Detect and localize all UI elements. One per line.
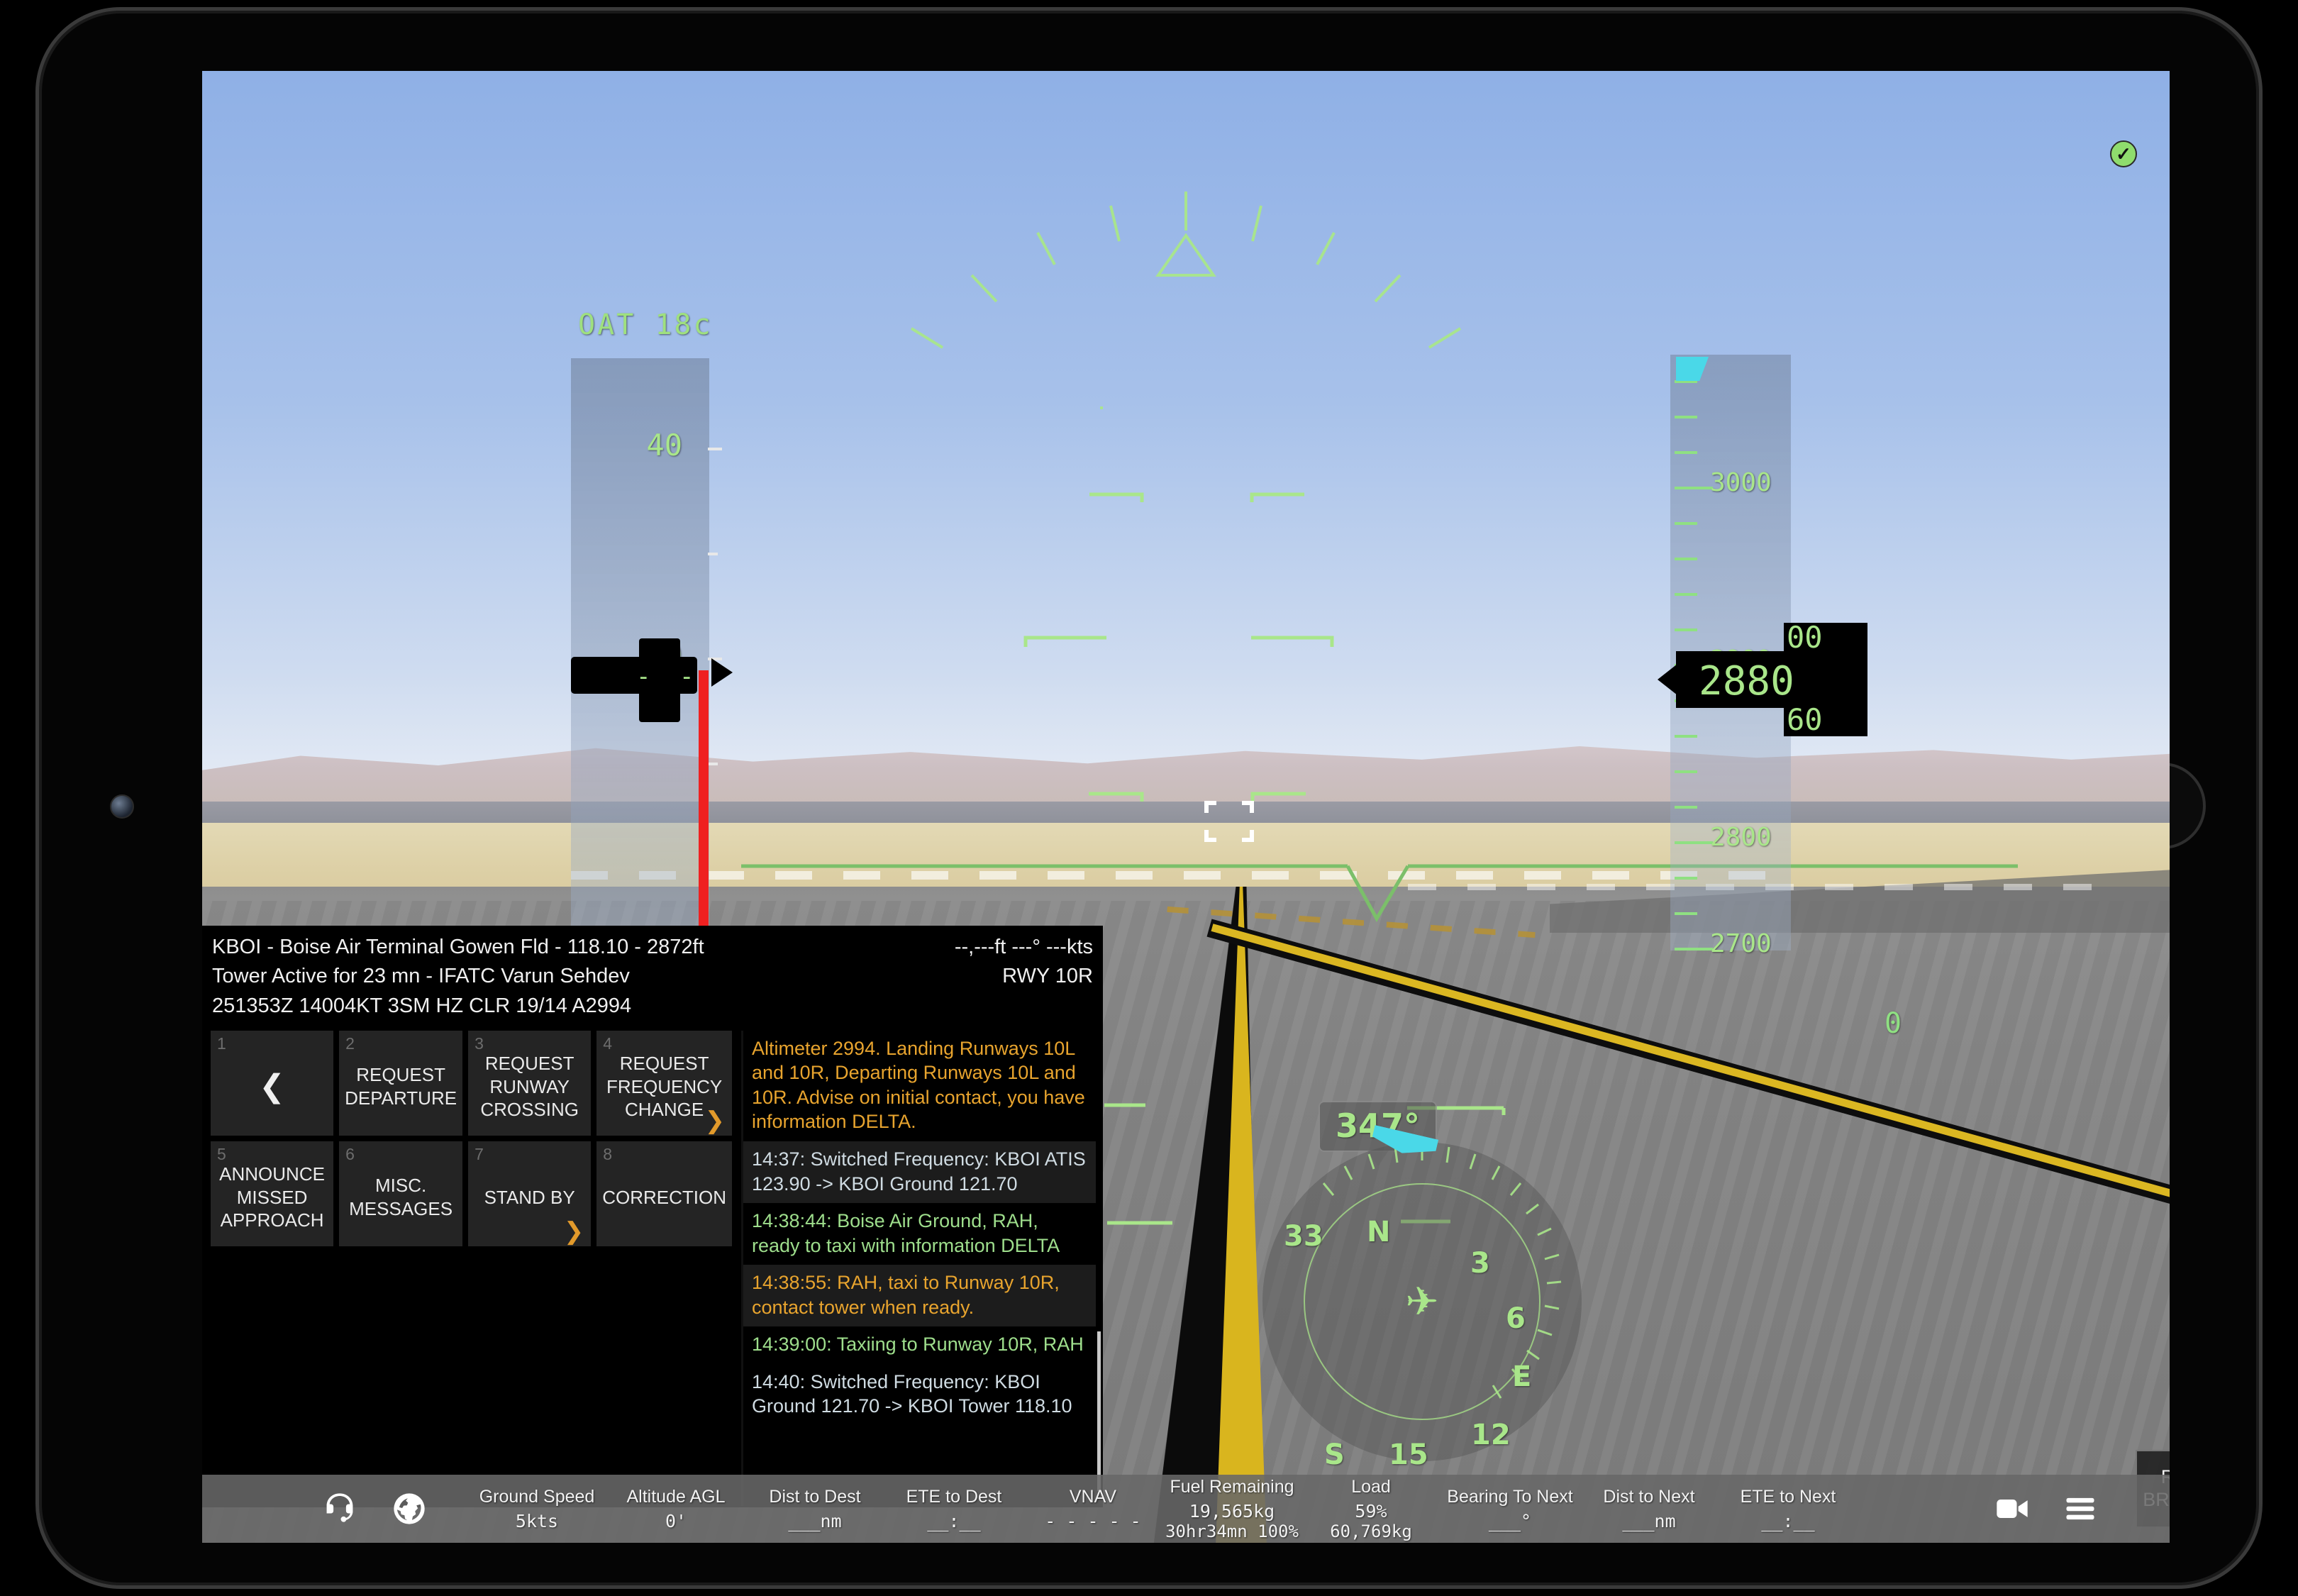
- field-load: Load 59% 60,769kg: [1330, 1476, 1412, 1541]
- compass-label-n: N: [1367, 1216, 1391, 1248]
- atc-panel[interactable]: KBOI - Boise Air Terminal Gowen Fld - 11…: [202, 926, 1103, 1507]
- outside-air-temperature: OAT 18c: [578, 309, 713, 341]
- field-bearing-to-next: Bearing To Next ___°: [1447, 1486, 1573, 1531]
- atc-message: Altimeter 2994. Landing Runways 10L and …: [743, 1030, 1096, 1142]
- chevron-right-icon: ❯: [563, 1217, 584, 1245]
- atc-command-stand-by[interactable]: 7 STAND BY ❯: [468, 1141, 592, 1246]
- airport-info-line: KBOI - Boise Air Terminal Gowen Fld - 11…: [212, 936, 704, 958]
- altitude-value: 2880: [1699, 658, 1794, 704]
- tablet-device: ✓ OAT 18c 40 - - 3000 2800 2700 00 60 28…: [35, 7, 2263, 1589]
- atc-message: 14:38:44: Boise Air Ground, RAH, ready t…: [743, 1203, 1096, 1265]
- atc-message: 14:39:00: Taxiing to Runway 10R, RAH: [743, 1326, 1096, 1364]
- atc-command-misc-messages[interactable]: 6 MISC. MESSAGES: [339, 1141, 463, 1246]
- atc-message: 14:40: Switched Frequency: KBOI Ground 1…: [743, 1363, 1096, 1426]
- atc-command-announce-missed-approach[interactable]: 5 ANNOUNCE MISSED APPROACH: [211, 1141, 334, 1246]
- compass-label-e: E: [1512, 1361, 1532, 1393]
- atc-header: KBOI - Boise Air Terminal Gowen Fld - 11…: [202, 926, 1103, 1022]
- aircraft-symbol-icon: ✈: [1405, 1279, 1439, 1324]
- command-number: 4: [603, 1033, 613, 1053]
- command-label: ANNOUNCE MISSED APPROACH: [219, 1163, 325, 1231]
- camera-icon[interactable]: [1994, 1490, 2031, 1527]
- alt-tick-2800: 2800: [1710, 823, 1772, 852]
- globe-icon[interactable]: [391, 1490, 428, 1527]
- altitude-ground-marker: 0: [1885, 1007, 1902, 1040]
- chevron-left-icon: ❮: [259, 1068, 285, 1104]
- airspeed-value: - -: [636, 663, 701, 691]
- atc-command-back[interactable]: 1 ❮: [211, 1030, 334, 1136]
- oat-value: 18c: [655, 309, 713, 341]
- bottom-left-icons: [321, 1490, 428, 1527]
- compass-label-15: 15: [1389, 1439, 1428, 1471]
- atc-message-log[interactable]: Altimeter 2994. Landing Runways 10L and …: [741, 1030, 1096, 1506]
- atc-command-correction[interactable]: 8 CORRECTION: [596, 1141, 732, 1246]
- field-dist-to-next: Dist to Next ___nm: [1603, 1486, 1695, 1531]
- flight-data-fields: Ground Speed 5kts Altitude AGL 0' Dist t…: [467, 1477, 1858, 1541]
- check-circle-icon: ✓: [2110, 140, 2137, 167]
- airspeed-readout-box: - -: [571, 638, 733, 722]
- compass-label-33: 33: [1284, 1220, 1323, 1253]
- simulator-screen[interactable]: ✓ OAT 18c 40 - - 3000 2800 2700 00 60 28…: [202, 71, 2170, 1543]
- menu-icon[interactable]: [2062, 1490, 2099, 1527]
- command-label: REQUEST DEPARTURE: [345, 1064, 457, 1109]
- field-ete-to-dest: ETE to Dest __:__: [906, 1486, 1002, 1531]
- bottom-right-icons: [1994, 1490, 2099, 1527]
- command-label: REQUEST RUNWAY CROSSING: [480, 1053, 579, 1121]
- speed-tick-40: 40: [646, 428, 682, 462]
- alt-tick-2700: 2700: [1710, 929, 1772, 958]
- chevron-right-icon: ❯: [704, 1107, 726, 1134]
- command-number: 6: [345, 1144, 355, 1163]
- command-number: 7: [474, 1144, 484, 1163]
- command-number: 8: [603, 1144, 613, 1163]
- command-number: 3: [474, 1033, 484, 1053]
- field-fuel-remaining: Fuel Remaining 19,565kg 30hr34mn 100%: [1165, 1476, 1299, 1541]
- command-number: 5: [217, 1144, 226, 1163]
- command-number: 1: [217, 1033, 226, 1053]
- compass-rose: 33 N 3 6 E 12 15 S ✈: [1262, 1142, 1582, 1471]
- message-scrollbar[interactable]: [1097, 1331, 1101, 1491]
- command-number: 2: [345, 1033, 355, 1053]
- field-dist-to-dest: Dist to Dest ___nm: [769, 1486, 861, 1531]
- field-altitude-agl: Altitude AGL 0': [626, 1486, 726, 1531]
- distant-runway-markings: [571, 871, 1777, 880]
- atc-message: 14:37: Switched Frequency: KBOI ATIS 123…: [743, 1141, 1096, 1204]
- atc-command-grid: 1 ❮ 2 REQUEST DEPARTURE 3 REQUEST RUNWAY…: [202, 1030, 738, 1506]
- atc-command-request-runway-crossing[interactable]: 3 REQUEST RUNWAY CROSSING: [468, 1030, 592, 1136]
- atc-command-request-departure[interactable]: 2 REQUEST DEPARTURE: [339, 1030, 463, 1136]
- field-ete-to-next: ETE to Next __:__: [1740, 1486, 1836, 1531]
- tower-active-line: Tower Active for 23 mn - IFATC Varun Seh…: [212, 965, 630, 988]
- field-ground-speed: Ground Speed 5kts: [479, 1486, 595, 1531]
- bottom-status-bar: Ground Speed 5kts Altitude AGL 0' Dist t…: [202, 1475, 2170, 1543]
- compass-label-3: 3: [1470, 1247, 1490, 1280]
- headset-icon[interactable]: [321, 1490, 358, 1527]
- speed-trend-red-bar: [699, 670, 709, 940]
- command-label: MISC. MESSAGES: [349, 1175, 453, 1219]
- alt-drum-upper: 00: [1787, 623, 1823, 655]
- aircraft-readout: --,---ft ---° ---kts: [954, 936, 1093, 958]
- metar-line: 251353Z 14004KT 3SM HZ CLR 19/14 A2994: [212, 994, 632, 1018]
- compass-label-6: 6: [1506, 1302, 1526, 1335]
- field-vnav: VNAV - - - - -: [1045, 1486, 1141, 1531]
- alt-tick-3000: 3000: [1710, 468, 1772, 497]
- atc-command-request-frequency-change[interactable]: 4 REQUEST FREQUENCY CHANGE ❯: [596, 1030, 732, 1136]
- sky-background: [202, 71, 2170, 809]
- camera-dot: [110, 794, 134, 819]
- compass-label-12: 12: [1471, 1419, 1511, 1451]
- atc-body: 1 ❮ 2 REQUEST DEPARTURE 3 REQUEST RUNWAY…: [202, 1030, 1103, 1506]
- compass-label-s: S: [1324, 1439, 1345, 1471]
- atc-message: 14:38:55: RAH, taxi to Runway 10R, conta…: [743, 1265, 1096, 1327]
- active-runway: RWY 10R: [1002, 965, 1093, 988]
- command-label: STAND BY: [484, 1186, 575, 1208]
- command-label: CORRECTION: [602, 1186, 726, 1208]
- oat-label: OAT: [578, 309, 636, 341]
